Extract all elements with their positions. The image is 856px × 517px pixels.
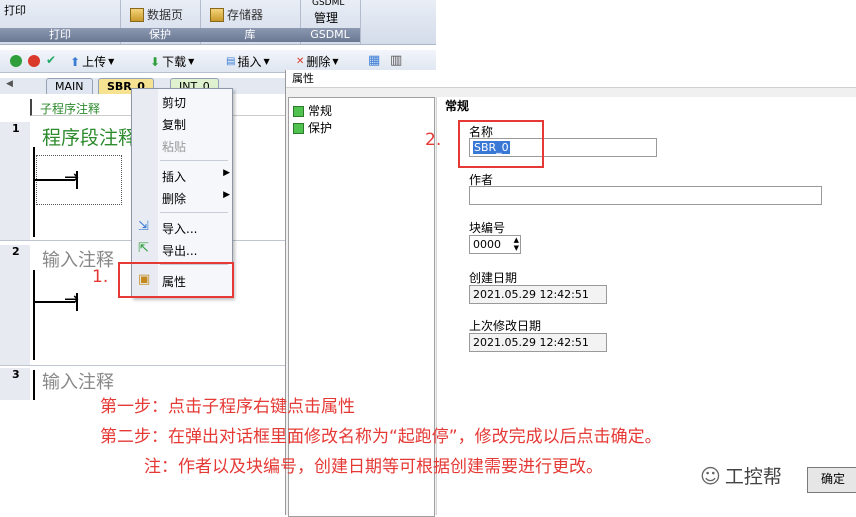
memory-button[interactable]: 存储器 — [210, 6, 263, 23]
menu-separator — [160, 160, 228, 161]
ribbon: 打印 打印 数据页 保护 存储器 库 GSDML 管理 GSDML — [0, 0, 436, 45]
delete-button[interactable]: ✕ 删除 ▼ — [296, 53, 339, 70]
gsdml-top-text: GSDML — [312, 0, 345, 8]
import-icon: ⇲ — [138, 219, 149, 234]
watermark: ☺ 工控帮 — [700, 463, 782, 489]
network-comment[interactable]: 输入注释 — [42, 368, 114, 394]
data-page-icon — [130, 7, 144, 22]
menu-item-copy[interactable]: 复制 — [162, 116, 186, 133]
delete-icon: ✕ — [296, 56, 305, 67]
table-icon[interactable]: ▥ — [390, 53, 402, 68]
chevron-right-icon: ▶ — [223, 168, 230, 178]
data-page-button[interactable]: 数据页 — [130, 6, 183, 23]
ribbon-print-text: 打印 — [4, 4, 26, 17]
author-field[interactable] — [469, 186, 822, 205]
tab-main[interactable]: MAIN — [46, 78, 93, 94]
subroutine-comment[interactable]: 子程序注释 — [40, 100, 100, 117]
menu-item-cut[interactable]: 剪切 — [162, 94, 186, 111]
wechat-icon: ☺ — [700, 463, 721, 488]
instruction-step2: 第二步：在弹出对话框里面修改名称为“起跑停”，修改完成以后点击确定。 — [100, 427, 662, 447]
chevron-down-icon: ▼ — [108, 57, 115, 66]
ribbon-group-library: 存储器 库 — [200, 0, 301, 44]
rung-end — [76, 171, 78, 189]
divider — [0, 365, 285, 366]
memory-icon — [210, 7, 224, 22]
insert-icon: ▤ — [226, 56, 236, 67]
step-marker-1: 1. — [92, 267, 109, 287]
ribbon-group-label: 打印 — [0, 28, 120, 42]
grid-icon[interactable]: ▦ — [368, 53, 380, 68]
ribbon-group-label: 库 — [200, 28, 300, 42]
chevron-down-icon: ▼ — [263, 57, 270, 66]
network-number: 2 — [0, 245, 30, 365]
arrow-down-icon: ⬇ — [150, 54, 161, 69]
export-icon: ⇱ — [138, 241, 149, 256]
power-rail — [33, 147, 35, 237]
block-number-spinner[interactable]: 0000 ▲ ▼ — [469, 235, 521, 254]
chevron-down-icon: ▼ — [332, 57, 339, 66]
highlight-properties-menu — [118, 262, 234, 298]
block-number-label: 块编号 — [469, 221, 506, 235]
spinner-arrows-icon[interactable]: ▲ ▼ — [514, 236, 519, 252]
arrow-up-icon: ⬆ — [70, 54, 81, 69]
chevron-right-icon: ▶ — [223, 190, 230, 200]
section-title: 常规 — [445, 99, 470, 113]
upload-button[interactable]: ⬆ 上传 ▼ — [70, 53, 114, 70]
power-rail — [33, 270, 35, 360]
chevron-left-icon[interactable]: ◀ — [6, 79, 13, 89]
ribbon-group-gsdml: GSDML 管理 GSDML — [300, 0, 361, 44]
menu-item-paste[interactable]: 粘贴 — [162, 138, 186, 155]
ribbon-group-label: 保护 — [120, 28, 200, 42]
highlight-name-field — [458, 120, 544, 168]
insert-button[interactable]: ▤ 插入 ▼ — [226, 53, 270, 70]
tree-item-general[interactable]: 常规 — [293, 102, 332, 119]
instruction-note: 注：作者以及块编号，创建日期等可根据创建需要进行更改。 — [144, 457, 603, 477]
step-marker-2: 2. — [425, 130, 442, 150]
compile-icon[interactable]: ✔ — [46, 53, 56, 67]
run-icon[interactable] — [10, 55, 22, 67]
network-comment[interactable]: 程序段注释 — [42, 123, 137, 150]
created-date-label: 创建日期 — [469, 271, 518, 285]
ribbon-group-print: 打印 打印 — [0, 0, 121, 44]
power-rail — [33, 370, 35, 400]
created-date-value: 2021.05.29 12:42:51 — [469, 285, 607, 304]
gsdml-manage-button[interactable]: 管理 — [314, 9, 338, 26]
ok-button[interactable]: 确定 — [807, 467, 856, 493]
network-number: 1 — [0, 122, 30, 240]
ribbon-group-protect: 数据页 保护 — [120, 0, 201, 44]
menu-separator — [160, 212, 228, 213]
properties-dialog: 属性 常规 保护 常规 名称 SBR_0 作者 块编号 0000 ▲ ▼ 创建日期… — [285, 70, 856, 517]
menu-item-delete[interactable]: 删除 ▶ — [162, 190, 230, 207]
rung-end — [76, 293, 78, 311]
check-icon — [293, 123, 304, 134]
network-number: 3 — [0, 368, 30, 400]
stop-icon[interactable] — [28, 55, 40, 67]
tree-item-protection[interactable]: 保护 — [293, 119, 332, 136]
ribbon-group-label: GSDML — [300, 28, 360, 42]
download-button[interactable]: ⬇ 下载 ▼ — [150, 53, 194, 70]
check-icon — [293, 106, 304, 117]
chevron-down-icon: ▼ — [188, 57, 195, 66]
menu-item-insert[interactable]: 插入 ▶ — [162, 168, 230, 185]
menu-item-import[interactable]: 导入... — [162, 220, 197, 237]
dialog-title: 属性 — [286, 70, 856, 88]
menu-item-export[interactable]: 导出... — [162, 242, 197, 259]
modified-date-label: 上次修改日期 — [469, 319, 542, 333]
modified-date-value: 2021.05.29 12:42:51 — [469, 333, 607, 352]
instruction-step1: 第一步：点击子程序右键点击属性 — [100, 397, 355, 417]
